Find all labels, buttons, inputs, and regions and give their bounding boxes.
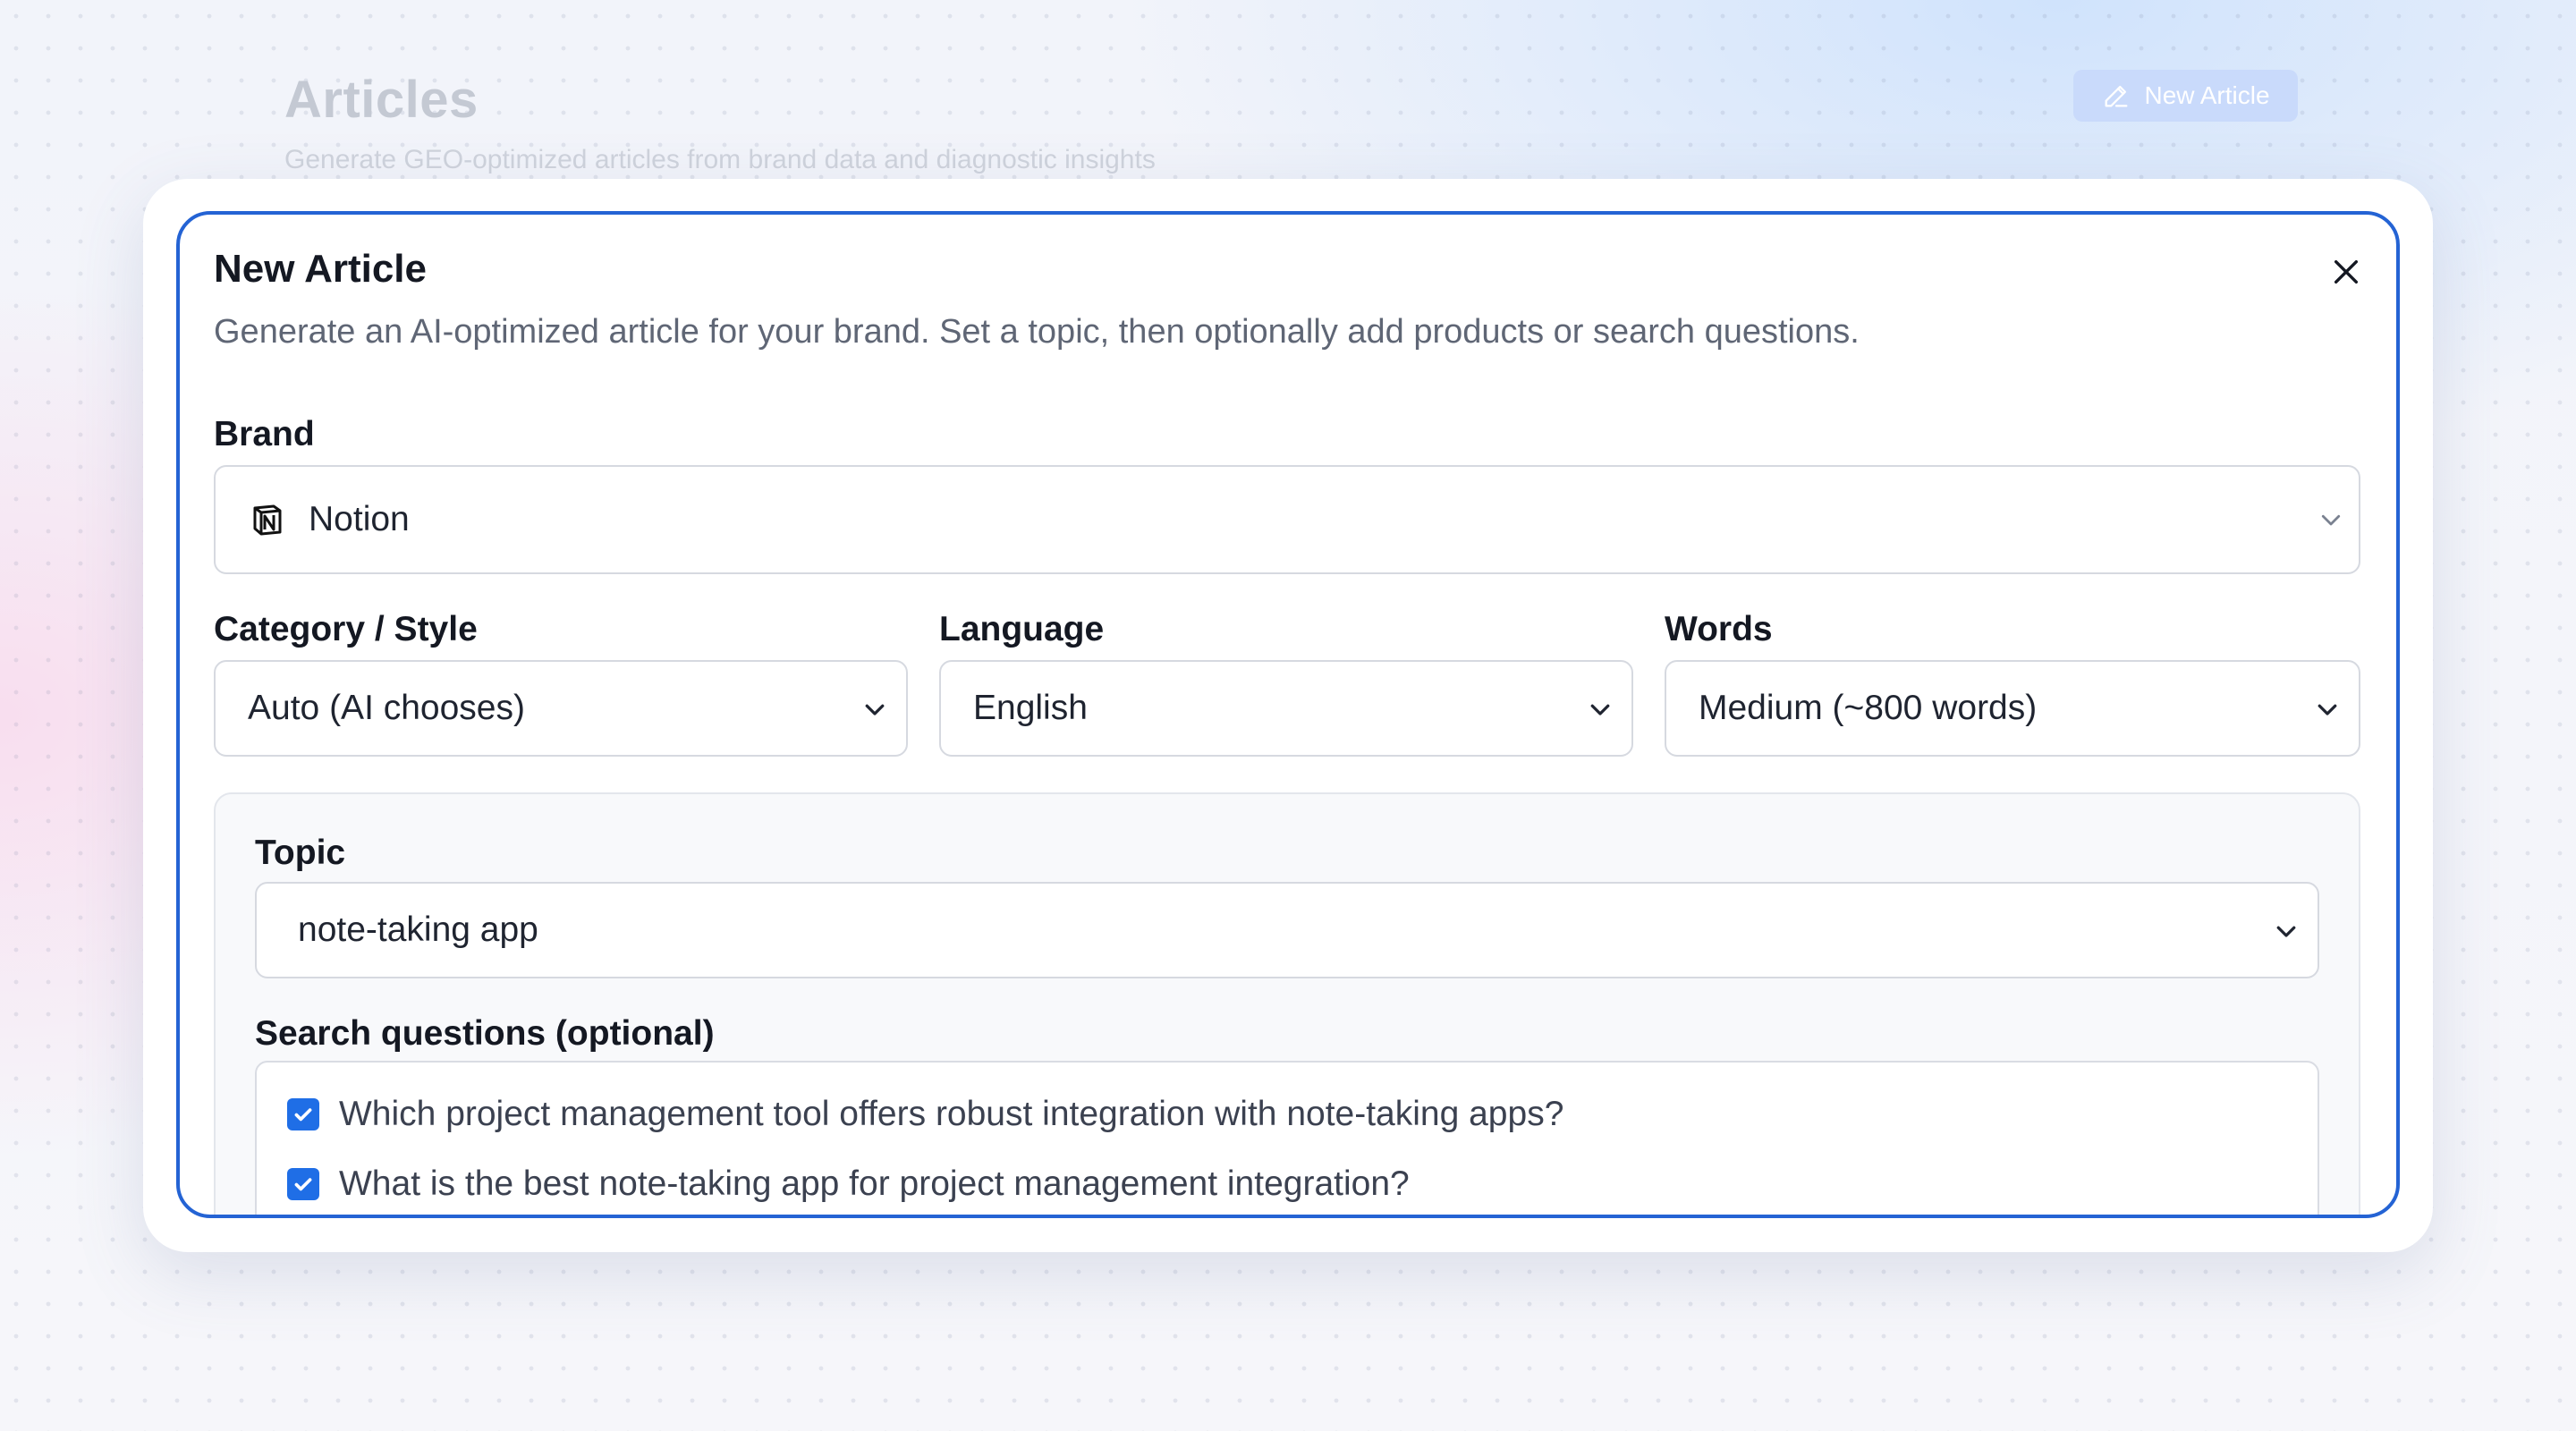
search-questions-list: Which project management tool offers rob…	[255, 1061, 2319, 1215]
checkbox[interactable]	[287, 1168, 319, 1200]
topic-select-value: note-taking app	[298, 910, 538, 949]
check-icon	[294, 1178, 312, 1191]
list-item[interactable]: What is the best note-taking app for pro…	[287, 1164, 1410, 1204]
chevron-down-icon	[1590, 704, 1610, 716]
category-label: Category / Style	[214, 610, 478, 648]
words-select-value: Medium (~800 words)	[1699, 689, 2038, 727]
category-select[interactable]: Auto (AI chooses)	[214, 660, 908, 757]
checkbox[interactable]	[287, 1098, 319, 1130]
chevron-down-icon	[2276, 926, 2296, 937]
pencil-icon	[2106, 85, 2128, 107]
chevron-down-icon	[865, 704, 885, 716]
close-icon	[2334, 259, 2359, 284]
language-select[interactable]: English	[939, 660, 1633, 757]
topic-select[interactable]: note-taking app	[255, 882, 2319, 978]
chevron-down-icon	[2321, 514, 2341, 526]
close-button[interactable]	[2321, 247, 2371, 297]
question-text: Which project management tool offers rob…	[339, 1095, 1564, 1133]
dialog-title: New Article	[214, 247, 428, 291]
notion-logo-icon	[253, 504, 282, 536]
brand-label: Brand	[214, 415, 315, 453]
topic-label: Topic	[255, 834, 346, 872]
list-item[interactable]: Which project management tool offers rob…	[287, 1095, 1563, 1134]
brand-select[interactable]: Notion	[214, 465, 2360, 574]
language-select-value: English	[973, 689, 1088, 727]
chevron-down-icon	[2318, 704, 2337, 716]
brand-select-value: Notion	[309, 500, 410, 538]
search-questions-label: Search questions (optional)	[255, 1014, 715, 1053]
page-subtitle: Generate GEO-optimized articles from bra…	[284, 145, 1156, 174]
page-title: Articles	[284, 71, 479, 129]
check-icon	[294, 1108, 312, 1122]
category-select-value: Auto (AI chooses)	[248, 689, 525, 727]
new-article-button-label: New Article	[2144, 81, 2270, 109]
words-label: Words	[1665, 610, 1773, 648]
question-text: What is the best note-taking app for pro…	[339, 1164, 1410, 1203]
new-article-dialog: New Article Generate an AI-optimized art…	[176, 211, 2400, 1218]
language-label: Language	[939, 610, 1105, 648]
new-article-button[interactable]: New Article	[2073, 70, 2298, 122]
words-select[interactable]: Medium (~800 words)	[1665, 660, 2360, 757]
dialog-description: Generate an AI-optimized article for you…	[214, 313, 1860, 351]
